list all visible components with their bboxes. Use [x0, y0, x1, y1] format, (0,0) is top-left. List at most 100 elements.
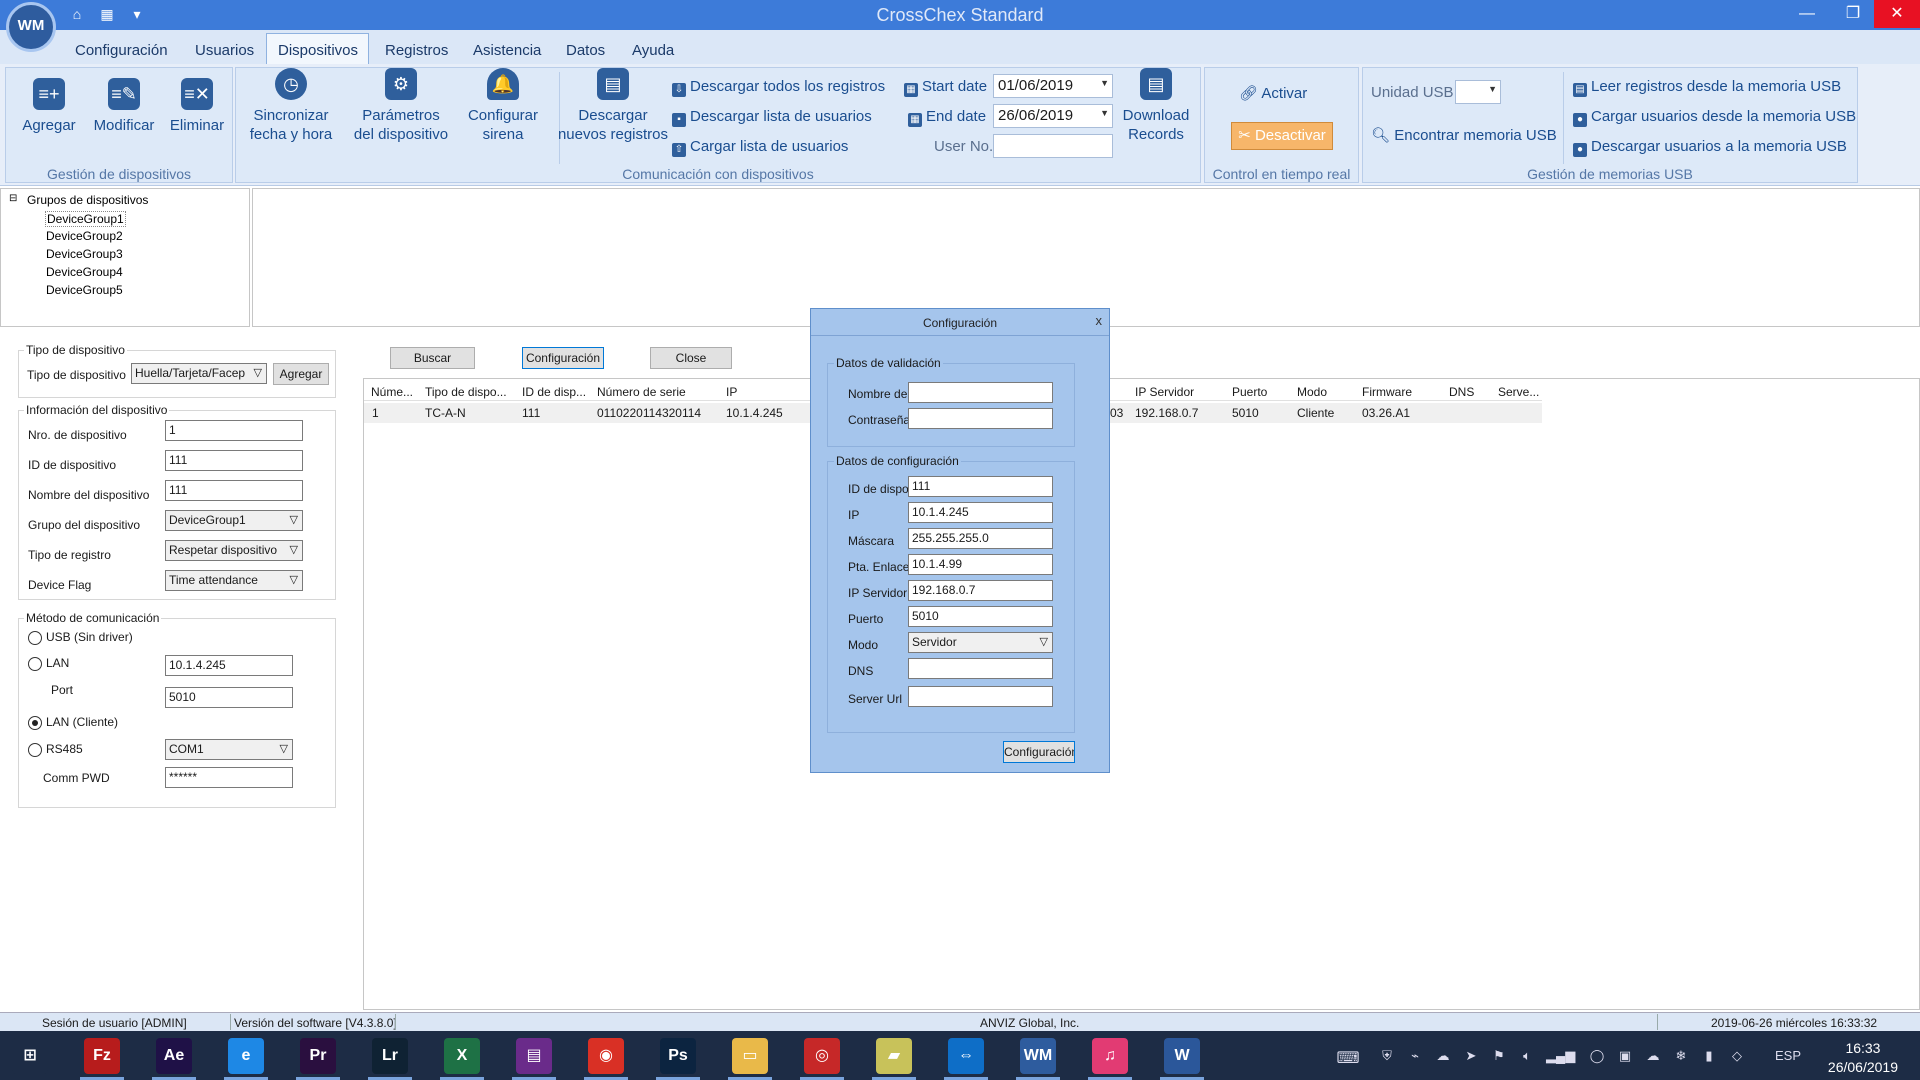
tree-item-devicegroup2[interactable]: DeviceGroup2	[46, 229, 123, 243]
taskbar-clock[interactable]: 16:33 26/06/2019	[1828, 1039, 1898, 1077]
dialog-port-input[interactable]: 5010	[908, 606, 1053, 627]
menu-dispositivos[interactable]: Dispositivos	[278, 42, 358, 59]
taskbar-app-windows-start[interactable]: ⊞	[2, 1035, 58, 1077]
snowflake-icon[interactable]: ❄	[1672, 1048, 1690, 1064]
security-icon[interactable]: ⛨	[1378, 1048, 1396, 1064]
minimize-button[interactable]: —	[1784, 0, 1830, 28]
maximize-button[interactable]: ❐	[1830, 0, 1876, 28]
opera-icon[interactable]: ◯	[1588, 1048, 1606, 1064]
device-number-input[interactable]: 1	[165, 420, 303, 441]
cloud-upload-icon[interactable]: ☁	[1434, 1048, 1452, 1064]
dialog-close-icon[interactable]: x	[1096, 313, 1103, 328]
taskbar-app-after-effects[interactable]: Ae	[146, 1035, 202, 1080]
port-input[interactable]: 5010	[165, 687, 293, 708]
deactivate-button[interactable]: ✂ Desactivar	[1231, 122, 1333, 150]
taskbar-app-teamviewer[interactable]: ⇔	[938, 1035, 994, 1080]
dialog-mode-select[interactable]: Servidor ▽	[908, 632, 1053, 653]
rs485-radio[interactable]	[28, 743, 42, 757]
start-date-picker[interactable]: 01/06/2019 ▼	[993, 74, 1113, 98]
home-icon[interactable]: ⌂	[66, 4, 88, 24]
app-tray-icon[interactable]: ▣	[1616, 1048, 1634, 1064]
menu-datos[interactable]: Datos	[566, 42, 605, 59]
dialog-user-input[interactable]	[908, 382, 1053, 403]
close-button[interactable]: Close	[650, 347, 732, 369]
lan-ip-input[interactable]: 10.1.4.245	[165, 655, 293, 676]
download-records-button[interactable]: ▤ Download Records	[1116, 68, 1196, 144]
modify-device-button[interactable]: ≡✎ Modificar	[84, 78, 164, 135]
column-header-mode[interactable]: Modo	[1297, 385, 1327, 399]
taskbar-app-internet-explorer[interactable]: e	[218, 1035, 274, 1080]
read-usb-records-button[interactable]: ▤ Leer registros desde la memoria USB	[1573, 78, 1841, 97]
configure-siren-button[interactable]: 🔔 Configurar sirena	[453, 68, 553, 144]
taskbar-app-excel[interactable]: X	[434, 1035, 490, 1080]
dialog-gateway-input[interactable]: 10.1.4.99	[908, 554, 1053, 575]
volume-icon[interactable]: 🔈︎	[1518, 1048, 1536, 1064]
device-params-button[interactable]: ⚙ Parámetros del dispositivo	[341, 68, 461, 144]
device-id-input[interactable]: 111	[165, 450, 303, 471]
tree-item-devicegroup3[interactable]: DeviceGroup3	[46, 247, 123, 261]
menu-usuarios[interactable]: Usuarios	[195, 42, 254, 59]
device-group-select[interactable]: DeviceGroup1 ▽	[165, 510, 303, 531]
taskbar-app-premiere[interactable]: Pr	[290, 1035, 346, 1080]
taskbar-app-crosschex[interactable]: WM	[1010, 1035, 1066, 1080]
find-usb-button[interactable]: 🔍︎ Encontrar memoria USB	[1371, 126, 1557, 144]
add-device-button[interactable]: ≡+ Agregar	[14, 78, 84, 135]
dialog-ip-input[interactable]: 10.1.4.245	[908, 502, 1053, 523]
menu-ayuda[interactable]: Ayuda	[632, 42, 674, 59]
taskbar-app-sticky-notes[interactable]: ▰	[866, 1035, 922, 1080]
battery-icon[interactable]: ▮	[1700, 1048, 1718, 1064]
download-all-records-button[interactable]: ⇩ Descargar todos los registros	[672, 78, 885, 97]
load-usb-users-button[interactable]: ● Cargar usuarios desde la memoria USB	[1573, 108, 1856, 127]
config-button[interactable]: Configuración	[522, 347, 604, 369]
dialog-mask-input[interactable]: 255.255.255.0	[908, 528, 1053, 549]
sync-datetime-button[interactable]: ◷ Sincronizar fecha y hora	[241, 68, 341, 144]
download-new-records-button[interactable]: ▤ Descargar nuevos registros	[548, 68, 678, 144]
tree-item-devicegroup4[interactable]: DeviceGroup4	[46, 265, 123, 279]
taskbar-app-winrar[interactable]: ▤	[506, 1035, 562, 1080]
taskbar-app-word[interactable]: W	[1154, 1035, 1210, 1080]
flag-icon[interactable]: ⚑	[1490, 1048, 1508, 1064]
tree-item-devicegroup1[interactable]: DeviceGroup1	[45, 211, 126, 227]
taskbar-app-media-app[interactable]: ◎	[794, 1035, 850, 1080]
column-header-port[interactable]: Puerto	[1232, 385, 1267, 399]
usb-radio[interactable]	[28, 631, 42, 645]
taskbar-app-itunes[interactable]: ♫	[1082, 1035, 1138, 1080]
usb-unit-select[interactable]: ▼	[1455, 80, 1501, 104]
dialog-dns-input[interactable]	[908, 658, 1053, 679]
quick-access-icon[interactable]: ▦	[96, 4, 118, 24]
column-header-server-ip[interactable]: IP Servidor	[1135, 385, 1194, 399]
column-header-firmware[interactable]: Firmware	[1362, 385, 1412, 399]
download-usb-users-button[interactable]: ● Descargar usuarios a la memoria USB	[1573, 138, 1847, 157]
column-header-server[interactable]: Serve...	[1498, 385, 1539, 399]
arrow-right-icon[interactable]: ➤	[1462, 1048, 1480, 1064]
column-header-serial[interactable]: Número de serie	[597, 385, 686, 399]
tree-item-devicegroup5[interactable]: DeviceGroup5	[46, 283, 123, 297]
menu-asistencia[interactable]: Asistencia	[473, 42, 541, 59]
menu-configuracion[interactable]: Configuración	[75, 42, 168, 59]
tree-root[interactable]: Grupos de dispositivos	[27, 193, 148, 207]
dialog-server-ip-input[interactable]: 192.168.0.7	[908, 580, 1053, 601]
device-name-input[interactable]: 111	[165, 480, 303, 501]
customize-quick-access-icon[interactable]: ▾	[126, 4, 148, 24]
activate-button[interactable]: 🔗︎ Activar	[1239, 84, 1307, 102]
cloud-icon[interactable]: ☁	[1644, 1048, 1662, 1064]
end-date-picker[interactable]: 26/06/2019 ▼	[993, 104, 1113, 128]
taskbar-app-filezilla[interactable]: Fz	[74, 1035, 130, 1080]
search-button[interactable]: Buscar	[390, 347, 475, 369]
delete-device-button[interactable]: ≡✕ Eliminar	[164, 78, 230, 135]
user-no-input[interactable]	[993, 134, 1113, 158]
add-type-button[interactable]: Agregar	[273, 363, 329, 385]
menu-registros[interactable]: Registros	[385, 42, 448, 59]
dropbox-icon[interactable]: ◇	[1728, 1048, 1746, 1064]
device-flag-select[interactable]: Time attendance ▽	[165, 570, 303, 591]
dialog-server-url-input[interactable]	[908, 686, 1053, 707]
taskbar-app-photoshop[interactable]: Ps	[650, 1035, 706, 1080]
app-logo[interactable]: WM	[6, 2, 56, 52]
collapse-icon[interactable]: ⊟	[9, 193, 17, 204]
dialog-device-id-input[interactable]: 111	[908, 476, 1053, 497]
taskbar-app-file-explorer[interactable]: ▭	[722, 1035, 778, 1080]
download-users-button[interactable]: ▪ Descargar lista de usuarios	[672, 108, 872, 127]
lan-client-radio[interactable]	[28, 716, 42, 730]
dialog-password-input[interactable]	[908, 408, 1053, 429]
language-indicator[interactable]: ESP	[1770, 1048, 1806, 1064]
